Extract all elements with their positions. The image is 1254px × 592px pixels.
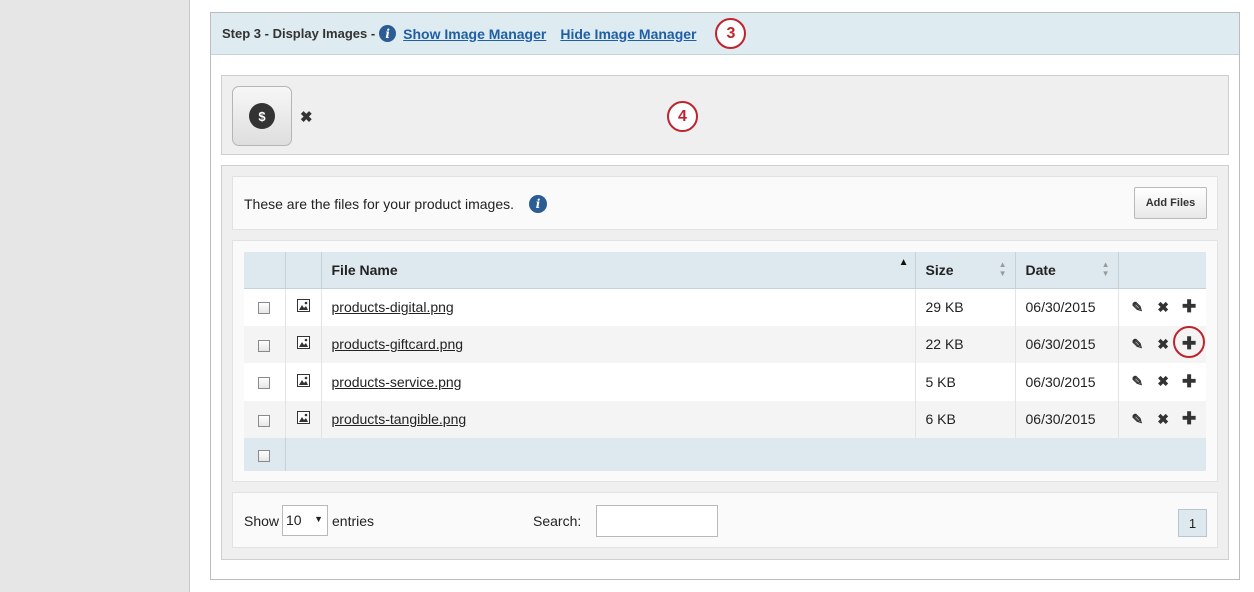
select-all-header <box>244 252 286 289</box>
entries-select-value: 10 <box>286 512 302 528</box>
add-plus-icon[interactable]: ✚ <box>1182 297 1196 317</box>
date-header-label: Date <box>1025 261 1056 278</box>
files-table: File Name Size ▲▼ Date ▲▼ products-digital… <box>244 252 1206 471</box>
table-footer-row <box>244 438 1206 471</box>
table-controls: Show 10 ▼ entries Search: 1 <box>232 492 1218 548</box>
image-thumbnail[interactable]: $ <box>232 86 292 146</box>
edit-pencil-icon[interactable]: ✎ <box>1131 411 1145 428</box>
panel-header: Step 3 - Display Images - i Show Image M… <box>211 13 1239 55</box>
sort-icon: ▲ ▼ <box>1101 260 1110 278</box>
delete-icon[interactable]: ✖ <box>1156 299 1170 316</box>
file-date: 06/30/2015 <box>1015 400 1119 438</box>
edit-pencil-icon[interactable]: ✎ <box>1131 373 1145 390</box>
table-footer-cell <box>285 438 1206 471</box>
row-checkbox[interactable] <box>258 414 271 427</box>
files-area: These are the files for your product ima… <box>221 165 1229 560</box>
select-all-checkbox[interactable] <box>258 449 271 462</box>
delete-icon[interactable]: ✖ <box>1156 411 1170 428</box>
image-file-icon <box>296 336 310 350</box>
image-file-icon <box>296 373 310 387</box>
search-label: Search: <box>533 513 582 529</box>
date-column-header[interactable]: Date ▲ ▼ <box>1015 252 1119 289</box>
row-checkbox[interactable] <box>258 377 271 390</box>
file-name-header-label: File Name <box>331 261 398 278</box>
chevron-down-icon: ▼ <box>314 514 323 524</box>
image-file-icon <box>296 411 310 425</box>
image-thumbnails-area: $ ✖ 4 <box>221 75 1229 155</box>
table-row: products-service.png 5 KB 06/30/2015 ✎ ✖ ✚ <box>244 363 1206 401</box>
row-checkbox[interactable] <box>258 339 271 352</box>
left-sidebar <box>0 0 190 592</box>
file-size: 29 KB <box>915 288 1016 326</box>
add-plus-icon[interactable]: ✚ <box>1182 372 1196 392</box>
show-label: Show <box>244 513 280 529</box>
show-image-manager-link[interactable]: Show Image Manager <box>403 26 546 42</box>
table-header-row: File Name Size ▲▼ Date ▲▼ <box>244 252 1206 289</box>
file-name-link[interactable]: products-digital.png <box>332 299 454 315</box>
image-file-icon <box>296 299 310 312</box>
type-header <box>285 252 322 289</box>
files-toolbar: These are the files for your product ima… <box>232 176 1218 230</box>
add-plus-icon-highlighted[interactable]: ✚ <box>1173 326 1205 359</box>
file-size: 22 KB <box>915 325 1016 363</box>
file-date: 06/30/2015 <box>1015 288 1119 326</box>
entries-label: entries <box>332 513 375 529</box>
callout-marker-4: 4 <box>667 101 698 132</box>
file-size: 6 KB <box>915 400 1016 438</box>
info-icon[interactable]: i <box>379 25 397 42</box>
page-button-1[interactable]: 1 <box>1178 509 1207 537</box>
actions-header <box>1118 252 1206 289</box>
file-name-column-header[interactable]: File Name <box>321 252 916 289</box>
file-date: 06/30/2015 <box>1015 325 1119 363</box>
search-input[interactable] <box>596 505 718 537</box>
file-name-link[interactable]: products-service.png <box>332 374 462 390</box>
dollar-icon: $ <box>249 103 275 129</box>
file-name-link[interactable]: products-giftcard.png <box>332 336 464 352</box>
file-date: 06/30/2015 <box>1015 363 1119 401</box>
sort-icon: ▲ ▼ <box>998 260 1007 278</box>
table-row: products-tangible.png 6 KB 06/30/2015 ✎ ✖… <box>244 400 1206 438</box>
entries-per-page-select[interactable]: 10 ▼ <box>282 505 328 536</box>
file-size: 5 KB <box>915 363 1016 401</box>
files-description: These are the files for your product ima… <box>244 196 515 212</box>
remove-image-icon[interactable]: ✖ <box>300 108 313 126</box>
row-checkbox[interactable] <box>258 302 271 315</box>
table-row: products-digital.png 29 KB 06/30/2015 ✎ ✖… <box>244 288 1206 326</box>
step-title: Step 3 - Display Images - <box>222 26 376 41</box>
file-name-link[interactable]: products-tangible.png <box>332 411 467 427</box>
hide-image-manager-link[interactable]: Hide Image Manager <box>560 26 696 42</box>
size-header-label: Size <box>925 261 954 278</box>
files-table-wrapper: File Name Size ▲▼ Date ▲▼ products-digital… <box>232 240 1218 482</box>
add-plus-icon[interactable]: ✚ <box>1182 409 1196 429</box>
table-row: products-giftcard.png 22 KB 06/30/2015 ✎… <box>244 325 1206 363</box>
delete-icon[interactable]: ✖ <box>1156 373 1170 390</box>
edit-pencil-icon[interactable]: ✎ <box>1131 336 1145 353</box>
edit-pencil-icon[interactable]: ✎ <box>1131 299 1145 316</box>
delete-icon[interactable]: ✖ <box>1156 336 1170 353</box>
size-column-header[interactable]: Size ▲ ▼ <box>915 252 1016 289</box>
add-files-button[interactable]: Add Files <box>1134 187 1207 219</box>
info-icon[interactable]: i <box>529 195 547 213</box>
display-images-panel: Step 3 - Display Images - i Show Image M… <box>210 12 1240 580</box>
callout-marker-3: 3 <box>715 18 747 49</box>
